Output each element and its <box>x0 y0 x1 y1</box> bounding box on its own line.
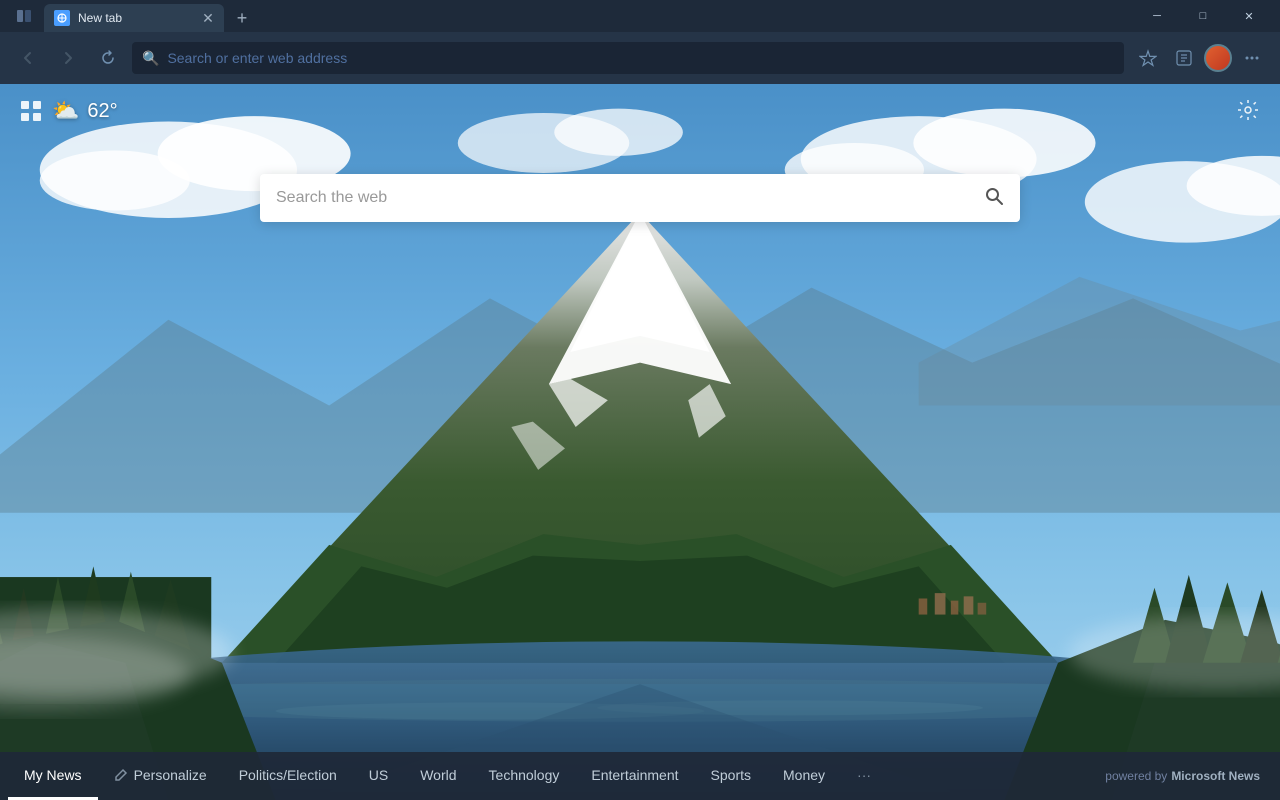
news-tabs: My News Personalize Politics/Election US… <box>0 752 1085 800</box>
tab-favicon <box>54 10 70 26</box>
address-input[interactable] <box>167 50 1114 66</box>
forward-button[interactable] <box>52 42 84 74</box>
tab-us[interactable]: US <box>353 752 404 800</box>
tab-close-button[interactable]: ✕ <box>200 10 216 26</box>
edit-icon <box>114 768 128 782</box>
search-input[interactable] <box>276 189 972 207</box>
search-bar <box>260 174 1020 222</box>
tab-strip: New tab ✕ + <box>44 0 256 32</box>
addressbar: 🔍 <box>0 32 1280 84</box>
address-bar[interactable]: 🔍 <box>132 42 1124 74</box>
weather-widget[interactable]: ⛅ 62° <box>52 98 118 124</box>
weather-temperature: 62° <box>87 100 117 123</box>
apps-grid-button[interactable] <box>20 100 42 127</box>
main-content: ⛅ 62° My News Person <box>0 84 1280 800</box>
maximize-button[interactable]: □ <box>1180 0 1226 32</box>
favorites-button[interactable] <box>1132 42 1164 74</box>
settings-menu-button[interactable] <box>1236 42 1268 74</box>
tab-my-news[interactable]: My News <box>8 752 98 800</box>
sidebar-toggle[interactable] <box>8 0 40 32</box>
tab-politics[interactable]: Politics/Election <box>223 752 353 800</box>
tab-title: New tab <box>78 11 192 25</box>
titlebar: New tab ✕ + ─ □ ✕ <box>0 0 1280 32</box>
toolbar-icons <box>1132 42 1268 74</box>
weather-icon: ⛅ <box>52 98 79 124</box>
window-controls: ─ □ ✕ <box>1134 0 1272 32</box>
active-tab[interactable]: New tab ✕ <box>44 4 224 32</box>
address-search-icon: 🔍 <box>142 50 159 67</box>
tab-entertainment[interactable]: Entertainment <box>575 752 694 800</box>
tab-technology[interactable]: Technology <box>473 752 576 800</box>
profile-avatar[interactable] <box>1204 44 1232 72</box>
search-bar-container <box>260 174 1020 222</box>
collections-button[interactable] <box>1168 42 1200 74</box>
back-button[interactable] <box>12 42 44 74</box>
page-settings-button[interactable] <box>1236 98 1260 128</box>
powered-by-prefix: powered by <box>1105 769 1167 783</box>
tab-sports[interactable]: Sports <box>695 752 767 800</box>
refresh-button[interactable] <box>92 42 124 74</box>
tab-more[interactable]: ··· <box>841 752 887 800</box>
close-button[interactable]: ✕ <box>1226 0 1272 32</box>
new-tab-button[interactable]: + <box>228 4 256 32</box>
search-submit-icon[interactable] <box>984 186 1004 211</box>
powered-by-credit: powered by Microsoft News <box>1085 769 1280 783</box>
tab-money[interactable]: Money <box>767 752 841 800</box>
news-bar: My News Personalize Politics/Election US… <box>0 752 1280 800</box>
tab-personalize[interactable]: Personalize <box>98 752 223 800</box>
minimize-button[interactable]: ─ <box>1134 0 1180 32</box>
powered-by-brand: Microsoft News <box>1171 769 1260 783</box>
tab-world[interactable]: World <box>404 752 472 800</box>
